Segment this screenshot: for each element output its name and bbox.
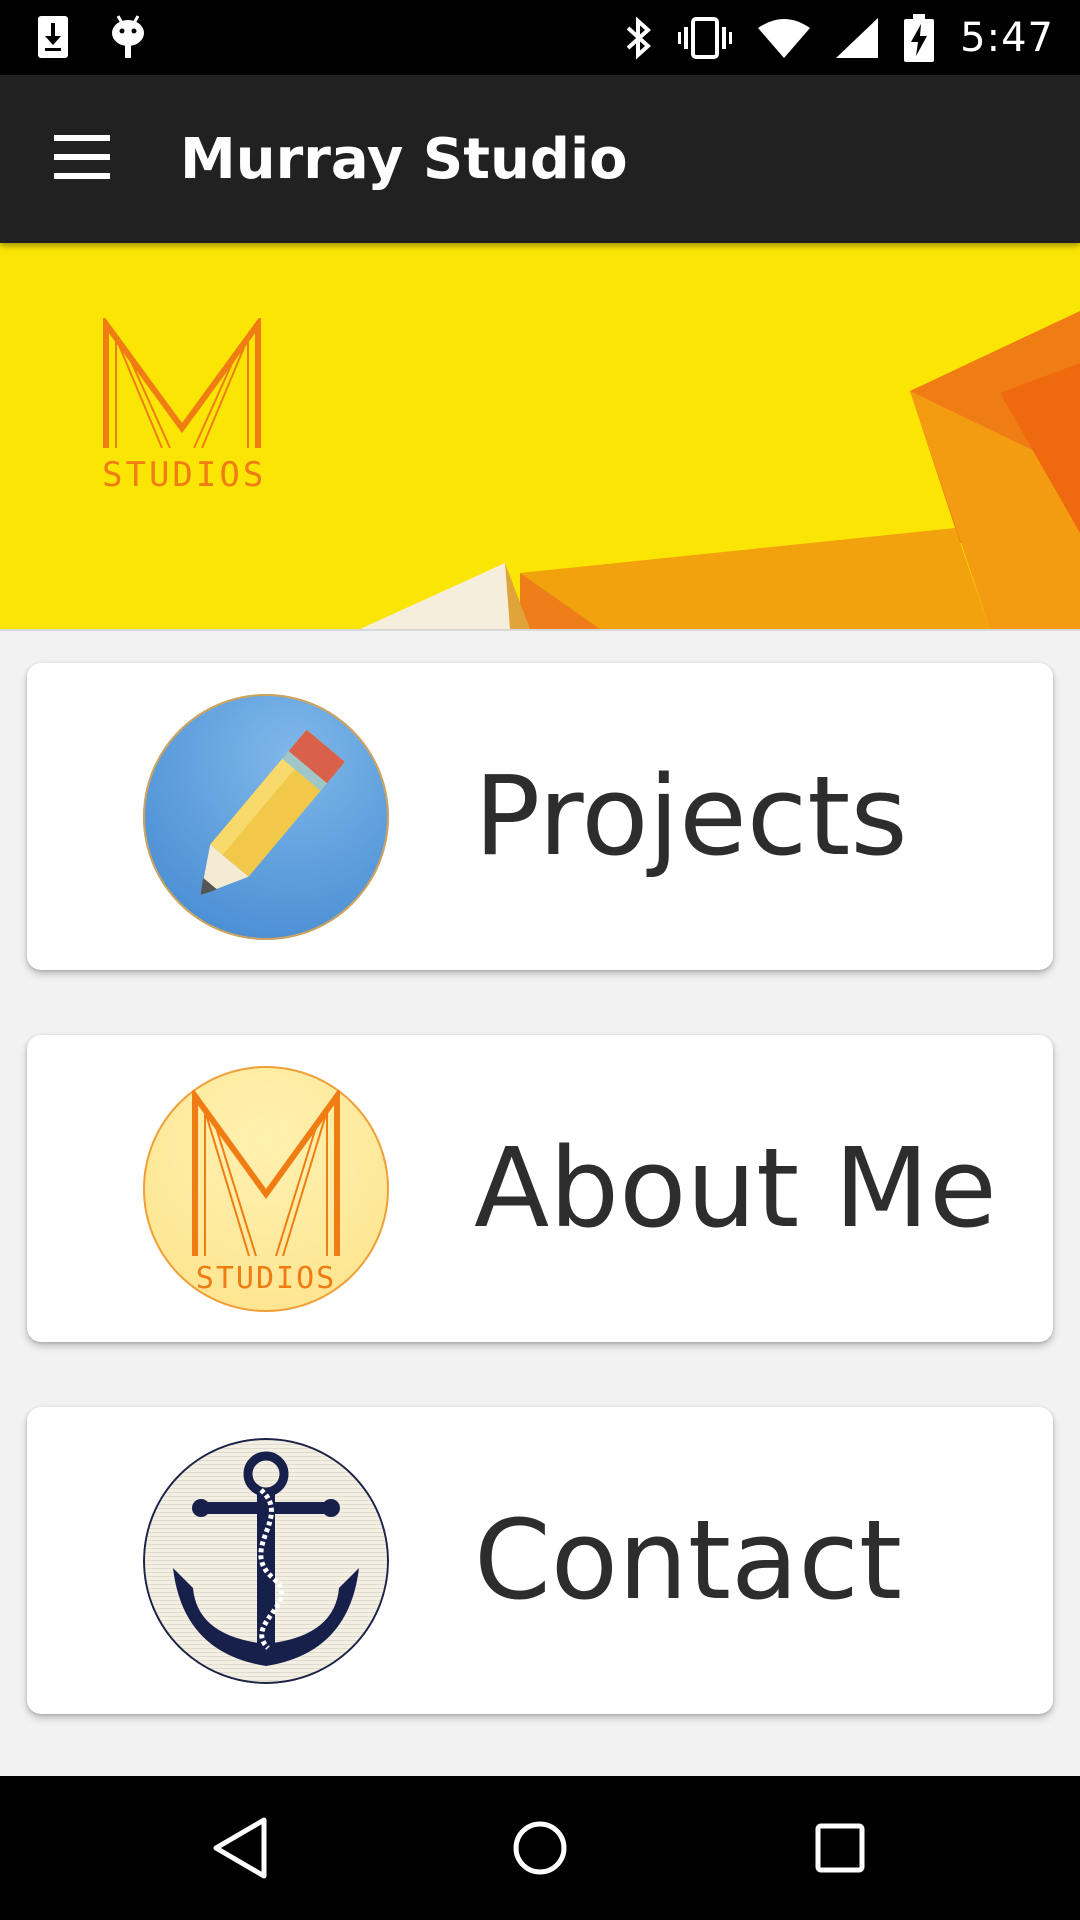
back-icon[interactable] — [204, 1812, 276, 1884]
studio-logo — [103, 318, 261, 449]
system-navigation-bar — [0, 1776, 1080, 1920]
battery-charging-icon — [904, 13, 935, 62]
pencil-icon — [143, 694, 389, 940]
menu-card-about-me[interactable]: STUDIOS About Me — [27, 1035, 1053, 1342]
android-icon — [112, 15, 144, 58]
svg-text:STUDIOS: STUDIOS — [196, 1261, 336, 1296]
hamburger-menu-icon[interactable] — [54, 135, 112, 181]
anchor-icon — [143, 1438, 389, 1684]
status-bar: 5:47 — [0, 0, 1080, 75]
home-icon[interactable] — [504, 1812, 576, 1884]
menu-card-projects[interactable]: Projects — [27, 663, 1053, 970]
recents-icon[interactable] — [804, 1812, 876, 1884]
download-icon — [38, 16, 68, 58]
menu-label-contact: Contact — [474, 1496, 902, 1624]
menu-label-about-me: About Me — [474, 1124, 997, 1252]
status-time: 5:47 — [960, 14, 1054, 61]
wifi-icon — [758, 18, 811, 58]
menu-label-projects: Projects — [474, 752, 908, 880]
app-toolbar: Murray Studio — [0, 75, 1080, 243]
bluetooth-icon — [626, 16, 652, 59]
logo-text: STUDIOS — [102, 455, 267, 495]
studio-logo-icon: STUDIOS — [143, 1066, 389, 1312]
menu-card-contact[interactable]: Contact — [27, 1407, 1053, 1714]
header-banner: STUDIOS — [0, 243, 1080, 631]
app-title: Murray Studio — [180, 127, 628, 192]
signal-icon — [836, 17, 879, 58]
vibrate-icon — [678, 16, 733, 59]
